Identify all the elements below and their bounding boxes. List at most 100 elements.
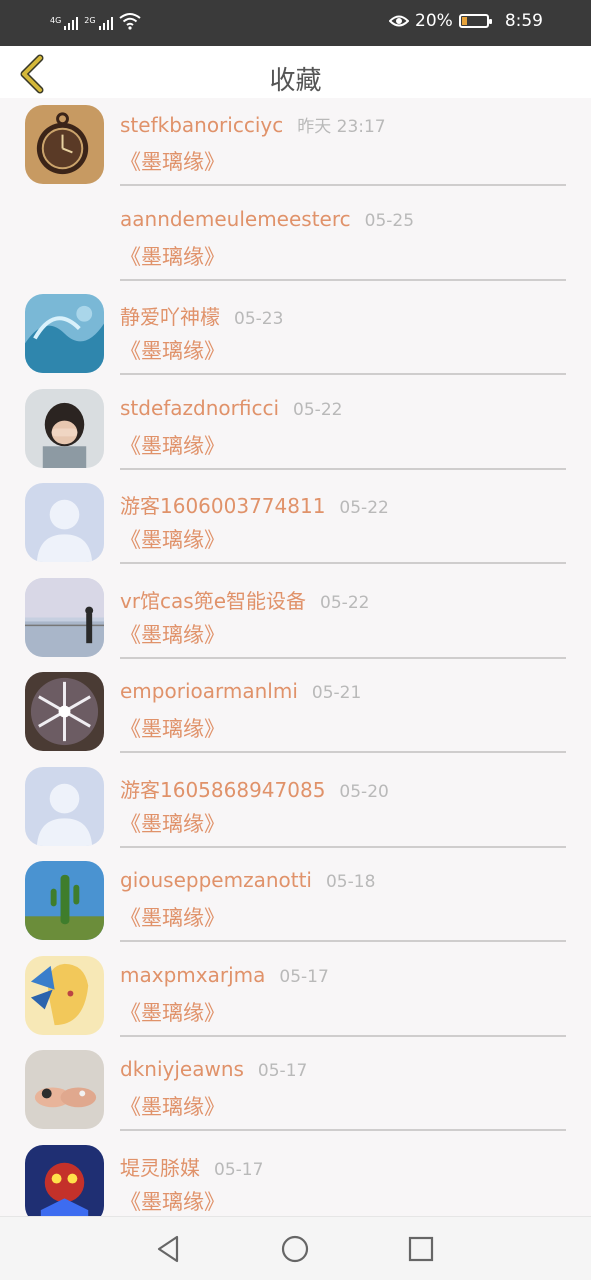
list-item[interactable]: vr馆cas篼e智能设备 05-22 《墨璃缘》 [0, 571, 591, 665]
list-item[interactable]: stefkbanoricciyc 昨天 23:17 《墨璃缘》 [0, 98, 591, 192]
timestamp: 05-21 [311, 683, 362, 703]
book-title[interactable]: 《墨璃缘》 [120, 808, 225, 838]
user-name[interactable]: 静爱吖神檬 [120, 305, 220, 329]
book-title[interactable]: 《墨璃缘》 [120, 997, 225, 1027]
status-right: 20% 8:59 [389, 11, 543, 31]
network-type-1: 4G [50, 16, 62, 25]
cellular-signal-1-icon: 4G [50, 16, 79, 30]
list-item[interactable]: 游客1605868947085 05-20 《墨璃缘》 [0, 760, 591, 854]
divider [120, 467, 566, 470]
list-item[interactable]: aanndemeulemeesterc 05-25 《墨璃缘》 [0, 193, 591, 287]
clock: 8:59 [504, 11, 543, 31]
avatar[interactable] [25, 861, 104, 940]
divider [120, 845, 566, 848]
list-item[interactable]: giouseppemzanotti 05-18 《墨璃缘》 [0, 854, 591, 948]
user-name[interactable]: 堤灵脎媒 [120, 1156, 200, 1180]
avatar[interactable] [25, 483, 104, 562]
home-circle-icon[interactable] [279, 1233, 311, 1265]
list-item[interactable]: 游客1606003774811 05-22 《墨璃缘》 [0, 476, 591, 570]
cellular-signal-2-icon: 2G [84, 16, 113, 30]
avatar[interactable] [25, 294, 104, 373]
book-title[interactable]: 《墨璃缘》 [120, 1091, 225, 1121]
name-line: emporioarmanlmi 05-21 [120, 679, 361, 703]
name-line: maxpmxarjma 05-17 [120, 963, 329, 987]
book-title[interactable]: 《墨璃缘》 [120, 146, 225, 176]
divider [120, 184, 566, 186]
divider [120, 656, 566, 659]
timestamp: 05-25 [364, 210, 415, 231]
name-line: stefkbanoricciyc 昨天 23:17 [120, 112, 386, 137]
name-line: stdefazdnorficci 05-22 [120, 396, 342, 420]
avatar[interactable] [25, 388, 104, 468]
avatar[interactable] [25, 766, 104, 846]
avatar[interactable] [25, 105, 104, 184]
book-title[interactable]: 《墨璃缘》 [120, 241, 225, 271]
timestamp: 05-22 [339, 498, 389, 518]
recent-square-icon[interactable] [405, 1233, 437, 1265]
user-name[interactable]: maxpmxarjma [120, 963, 265, 987]
avatar[interactable] [25, 577, 104, 657]
avatar[interactable] [25, 955, 104, 1035]
favorites-list: stefkbanoricciyc 昨天 23:17 《墨璃缘》 aanndemeule… [0, 98, 591, 1216]
back-triangle-icon[interactable] [153, 1233, 185, 1265]
user-name[interactable]: 游客1605868947085 [120, 778, 325, 802]
list-item[interactable]: stdefazdnorficci 05-22 《墨璃缘》 [0, 382, 591, 476]
book-title[interactable]: 《墨璃缘》 [120, 1186, 225, 1216]
timestamp: 05-18 [325, 872, 376, 892]
user-name[interactable]: aanndemeulemeesterc [120, 207, 351, 231]
list-item[interactable]: 堤灵脎媒 05-17 《墨璃缘》 [0, 1138, 591, 1216]
timestamp: 05-22 [293, 399, 343, 420]
list-item[interactable]: 静爱吖神檬 05-23 《墨璃缘》 [0, 287, 591, 381]
system-nav-bar [0, 1216, 591, 1280]
name-line: 游客1605868947085 05-20 [120, 774, 389, 803]
page-title: 收藏 [269, 66, 322, 96]
divider [120, 940, 566, 942]
header: 收藏 [0, 46, 591, 98]
avatar[interactable] [25, 672, 104, 751]
network-type-2: 2G [84, 16, 96, 25]
user-name[interactable]: vr馆cas篼e智能设备 [120, 589, 306, 613]
divider [120, 751, 566, 753]
list-item[interactable]: emporioarmanlmi 05-21 《墨璃缘》 [0, 665, 591, 759]
user-name[interactable]: giouseppemzanotti [120, 868, 312, 892]
signal-area: 4G 2G [50, 12, 141, 30]
timestamp: 昨天 23:17 [297, 117, 386, 137]
avatar[interactable] [25, 1144, 104, 1216]
book-title[interactable]: 《墨璃缘》 [120, 335, 225, 365]
name-line: 静爱吖神檬 05-23 [120, 301, 283, 330]
book-title[interactable]: 《墨璃缘》 [120, 524, 225, 554]
book-title[interactable]: 《墨璃缘》 [120, 902, 225, 932]
name-line: 游客1606003774811 05-22 [120, 490, 389, 519]
battery-percent: 20% [415, 11, 453, 31]
avatar[interactable] [25, 1050, 104, 1129]
wifi-icon [118, 13, 141, 30]
battery-fill [461, 17, 467, 25]
list-item[interactable]: maxpmxarjma 05-17 《墨璃缘》 [0, 949, 591, 1043]
timestamp: 05-20 [339, 781, 389, 802]
user-name[interactable]: emporioarmanlmi [120, 679, 298, 703]
timestamp: 05-17 [257, 1061, 308, 1081]
name-line: aanndemeulemeesterc 05-25 [120, 207, 414, 231]
book-title[interactable]: 《墨璃缘》 [120, 619, 225, 649]
divider [120, 373, 566, 375]
user-name[interactable]: 游客1606003774811 [120, 494, 325, 518]
timestamp: 05-17 [279, 966, 329, 987]
book-title[interactable]: 《墨璃缘》 [120, 430, 225, 460]
battery-icon [458, 14, 492, 28]
book-title[interactable]: 《墨璃缘》 [120, 713, 225, 743]
status-bar: 4G 2G 20% 8:59 [0, 0, 591, 46]
divider [120, 1129, 566, 1131]
user-name[interactable]: dkniyjeawns [120, 1057, 244, 1081]
name-line: giouseppemzanotti 05-18 [120, 868, 375, 892]
timestamp: 05-17 [214, 1159, 264, 1180]
user-name[interactable]: stdefazdnorficci [120, 396, 279, 420]
timestamp: 05-22 [320, 592, 370, 613]
name-line: 堤灵脎媒 05-17 [120, 1152, 263, 1181]
name-line: dkniyjeawns 05-17 [120, 1057, 307, 1081]
divider [120, 278, 566, 281]
list-item[interactable]: dkniyjeawns 05-17 《墨璃缘》 [0, 1043, 591, 1137]
timestamp: 05-23 [234, 309, 284, 329]
user-name[interactable]: stefkbanoricciyc [120, 113, 283, 137]
divider [120, 1034, 566, 1037]
divider [120, 562, 566, 564]
